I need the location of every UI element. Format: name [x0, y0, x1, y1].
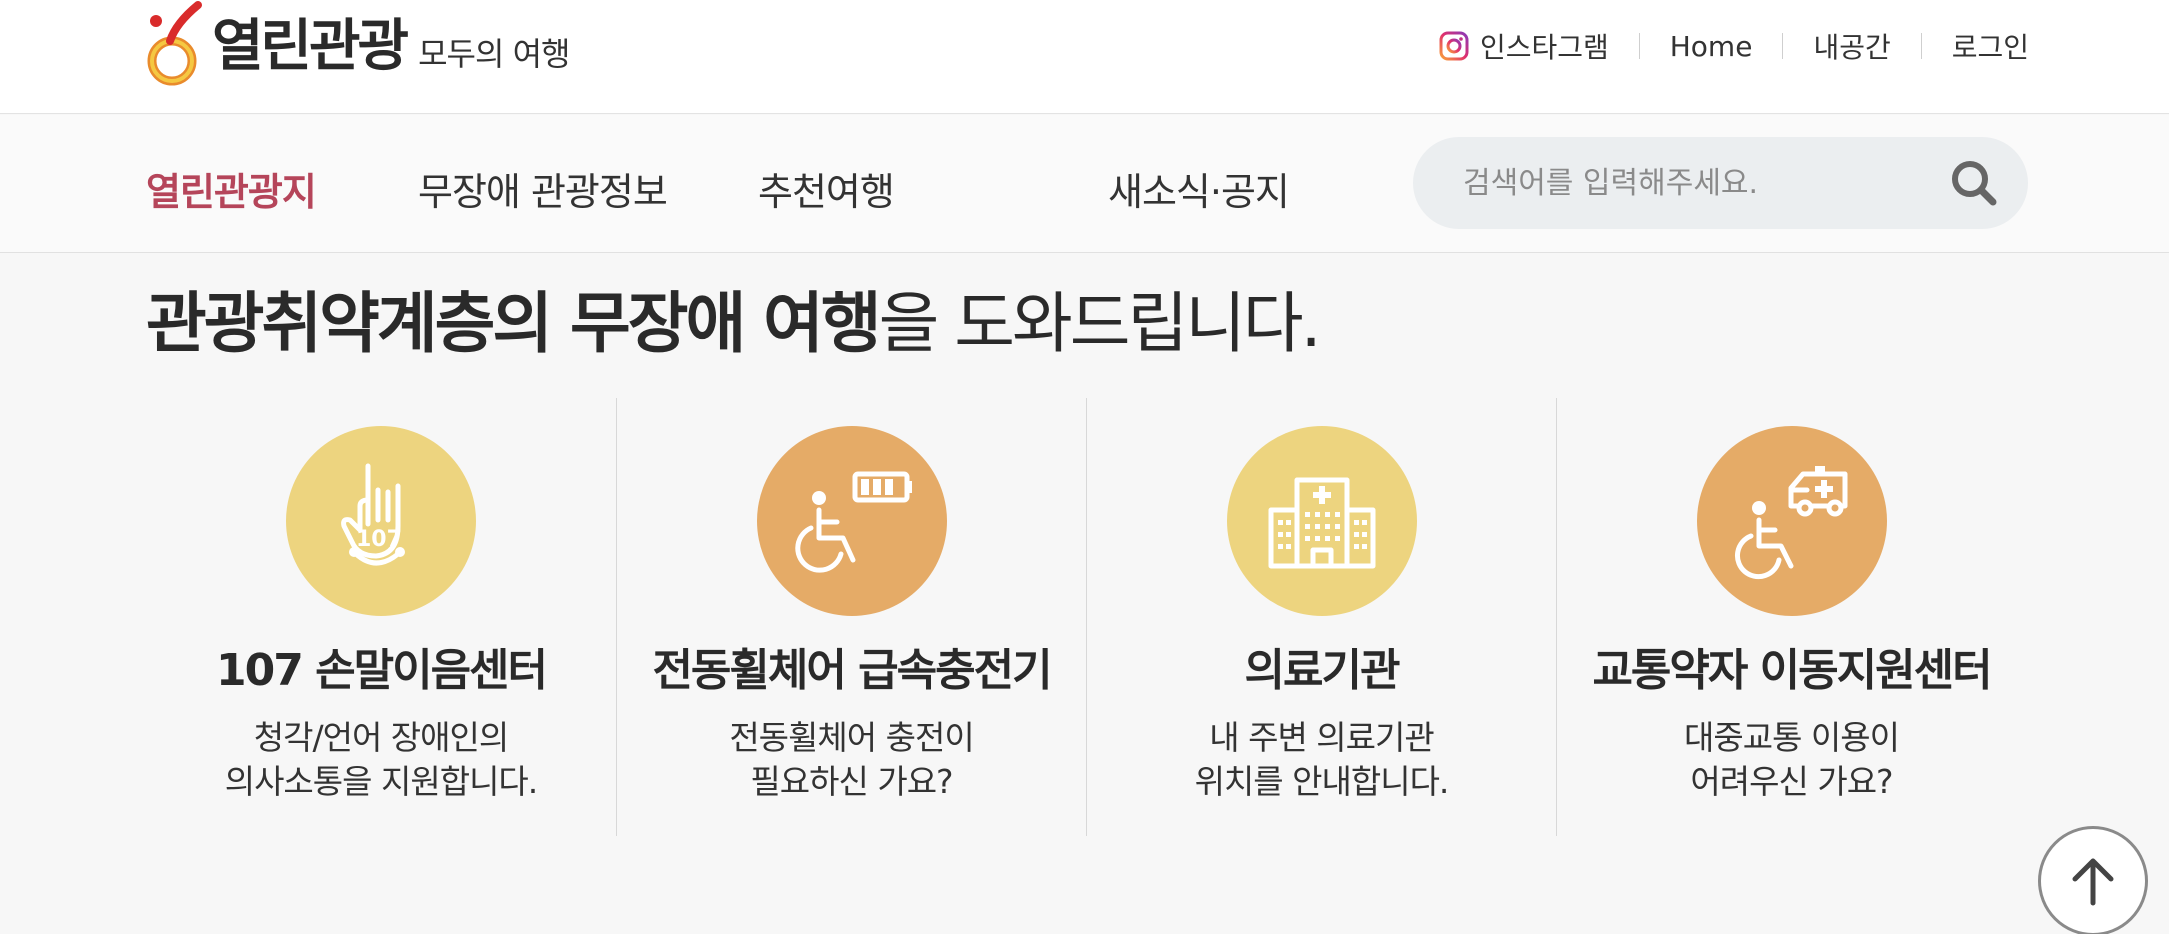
nav-item-recommended-trips[interactable]: 추천여행	[758, 161, 895, 216]
card-title: 교통약자 이동지원센터	[1592, 645, 1992, 696]
page-headline: 관광취약계층의 무장애 여행을 도와드립니다.	[146, 270, 1322, 366]
home-link[interactable]: Home	[1670, 30, 1753, 63]
card-icon-circle	[1226, 426, 1417, 616]
card-description: 전동휠체어 충전이 필요하신 가요?	[617, 716, 1086, 804]
card-description-line: 청각/언어 장애인의	[253, 718, 510, 757]
sign-language-phone-icon: 107	[341, 463, 405, 566]
nav-item-open-tourism[interactable]: 열린관광지	[146, 161, 317, 216]
utility-links: 인스타그램 Home 내공간 로그인	[1438, 26, 2029, 66]
card-description-line: 내 주변 의료기관	[1209, 718, 1435, 757]
card-title: 전동휠체어 급속충전기	[652, 645, 1052, 696]
service-cards: 107 107 손말이음센터 청각/언어 장애인의 의사소통을 지원합니다. 전…	[146, 398, 2028, 836]
search-icon[interactable]	[1948, 157, 2000, 209]
search-box	[1413, 137, 2028, 229]
logo-text: 열린관광	[212, 13, 409, 79]
headline-light: 을 도와드립니다.	[878, 285, 1322, 362]
card-mobility-support-center[interactable]: 교통약자 이동지원센터 대중교통 이용이 어려우신 가요?	[1556, 398, 2026, 836]
divider	[1638, 33, 1640, 59]
card-sign-language-center[interactable]: 107 107 손말이음센터 청각/언어 장애인의 의사소통을 지원합니다.	[146, 398, 616, 836]
logo-subtitle: 모두의 여행	[418, 35, 570, 73]
site-logo[interactable]: 열린관광 모두의 여행	[146, 0, 570, 90]
wheelchair-ambulance-icon	[1734, 466, 1847, 580]
card-description-line: 대중교통 이용이	[1683, 718, 1900, 757]
card-icon-circle	[1696, 426, 1887, 616]
card-description-line: 의사소통을 지원합니다.	[224, 762, 539, 801]
card-description-line: 위치를 안내합니다.	[1194, 762, 1450, 801]
wheelchair-battery-icon	[794, 471, 912, 573]
card-description: 대중교통 이용이 어려우신 가요?	[1557, 716, 2026, 804]
nav-item-news-notice[interactable]: 새소식·공지	[1108, 161, 1290, 216]
nav-item-barrier-free-info[interactable]: 무장애 관광정보	[418, 161, 668, 216]
instagram-icon	[1439, 31, 1469, 61]
divider	[1920, 33, 1922, 59]
divider	[1782, 33, 1784, 59]
hospital-icon	[1268, 477, 1375, 569]
card-medical-institutions[interactable]: 의료기관 내 주변 의료기관 위치를 안내합니다.	[1086, 398, 1556, 836]
my-space-link[interactable]: 내공간	[1813, 26, 1890, 66]
top-header: 열린관광 모두의 여행 인스타그램 Home 내공간 로그인	[0, 0, 2169, 114]
card-description-line: 어려우신 가요?	[1690, 762, 1893, 801]
logo-mark-icon	[147, 1, 202, 86]
card-wheelchair-charger[interactable]: 전동휠체어 급속충전기 전동휠체어 충전이 필요하신 가요?	[616, 398, 1086, 836]
card-description: 청각/언어 장애인의 의사소통을 지원합니다.	[146, 716, 616, 804]
main-nav: 열린관광지 무장애 관광정보 추천여행 새소식·공지	[0, 115, 2169, 253]
back-to-top-button[interactable]	[2038, 826, 2148, 934]
svg-text:107: 107	[356, 527, 402, 552]
card-description: 내 주변 의료기관 위치를 안내합니다.	[1087, 716, 1556, 804]
card-description-line: 전동휠체어 충전이	[729, 718, 974, 757]
arrow-up-icon	[2072, 858, 2114, 906]
card-icon-circle	[756, 426, 947, 616]
login-link[interactable]: 로그인	[1952, 26, 2029, 66]
instagram-label: 인스타그램	[1479, 31, 1609, 64]
search-input[interactable]	[1463, 165, 1943, 201]
card-title: 의료기관	[1244, 645, 1401, 696]
instagram-link[interactable]: 인스타그램	[1438, 26, 1609, 66]
headline-bold: 관광취약계층의 무장애 여행	[146, 285, 882, 362]
card-title: 107 손말이음센터	[215, 645, 548, 696]
card-description-line: 필요하신 가요?	[750, 762, 953, 801]
card-icon-circle: 107	[286, 426, 476, 616]
